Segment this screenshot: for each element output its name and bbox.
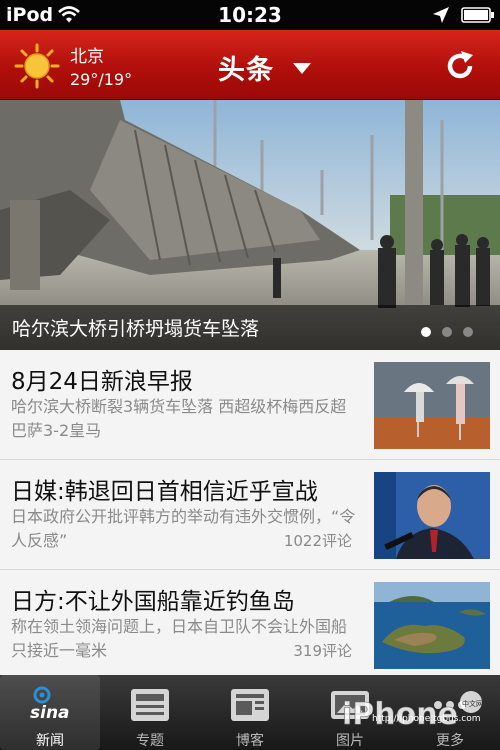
tab-label: 专题 — [136, 733, 164, 749]
chevron-down-icon[interactable] — [292, 62, 312, 75]
tab-label: 博客 — [236, 733, 264, 749]
comment-count[interactable]: 1022评论 — [260, 530, 352, 551]
news-title: 日方:不让外国船靠近钓鱼岛 — [11, 589, 295, 615]
page-dot-3[interactable] — [463, 327, 473, 337]
refresh-icon[interactable] — [444, 50, 476, 82]
news-item-3[interactable]: 日方:不让外国船靠近钓鱼岛 称在领土领海问题上，日本自卫队不会让外国船只接近一毫… — [0, 570, 500, 680]
sina-logo-icon: sina — [30, 686, 70, 723]
comment-count[interactable]: 319评论 — [260, 640, 352, 661]
page-dot-2[interactable] — [442, 327, 452, 337]
page-dot-1[interactable] — [421, 327, 431, 337]
watermark-url: http://iphone.tgbus.com — [372, 714, 481, 724]
svg-text:中文网: 中文网 — [462, 699, 483, 708]
channel-title[interactable]: 头条 — [218, 48, 274, 87]
header-bar: 北京 29°/19° 头条 — [0, 30, 500, 100]
sunny-weather-icon — [14, 43, 60, 89]
page-indicator — [421, 322, 484, 341]
hero-caption[interactable]: 哈尔滨大桥引桥坍塌货车坠落 — [12, 314, 259, 341]
topics-icon — [131, 689, 169, 721]
tab-blog[interactable]: 博客 — [200, 675, 300, 750]
clock-time: 10:23 — [218, 3, 282, 27]
news-summary: 哈尔滨大桥断裂3辆货车坠落 西超级杯梅西反超巴萨3-2皇马 — [11, 397, 347, 440]
news-item-1[interactable]: 8月24日新浪早报 哈尔滨大桥断裂3辆货车坠落 西超级杯梅西反超巴萨3-2皇马 — [0, 350, 500, 460]
news-thumbnail-umbrellas — [374, 362, 490, 449]
battery-icon — [461, 7, 494, 23]
blog-icon — [231, 689, 269, 721]
tab-news[interactable]: sina 新闻 — [0, 675, 100, 750]
status-bar: iPod 10:23 — [0, 0, 500, 30]
svg-text:sina: sina — [30, 703, 70, 723]
news-item-2[interactable]: 日媒:韩退回日首相信近乎宣战 日本政府公开批评韩方的举动有违外交惯例，“令人反感… — [0, 460, 500, 570]
weather-city: 北京 — [70, 47, 104, 67]
news-title: 8月24日新浪早报 — [11, 369, 193, 395]
location-arrow-icon — [433, 7, 449, 23]
news-thumbnail-islands — [374, 582, 490, 669]
tab-label: 新闻 — [36, 733, 64, 749]
hero-banner[interactable]: 哈尔滨大桥引桥坍塌货车坠落 — [0, 100, 500, 350]
news-thumbnail-politician — [374, 472, 490, 559]
tab-topics[interactable]: 专题 — [100, 675, 200, 750]
news-title: 日媒:韩退回日首相信近乎宣战 — [11, 479, 318, 505]
weather-temperature: 29°/19° — [70, 70, 133, 89]
